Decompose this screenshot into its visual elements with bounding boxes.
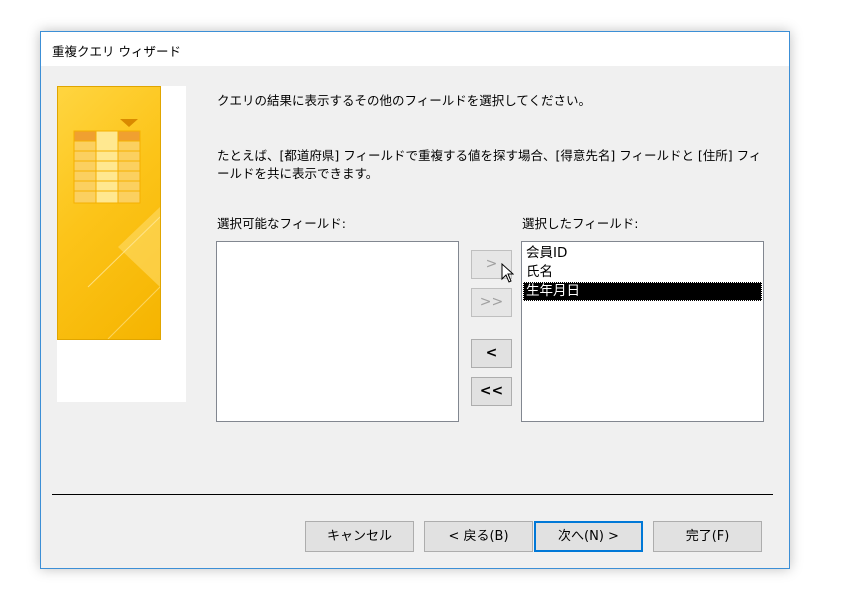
- selected-fields-list[interactable]: 会員ID 氏名 生年月日: [521, 241, 764, 422]
- footer-divider: [52, 494, 773, 495]
- remove-field-button[interactable]: <: [471, 339, 512, 368]
- cancel-button[interactable]: キャンセル: [305, 521, 414, 552]
- list-item[interactable]: 会員ID: [523, 244, 762, 263]
- title-bar[interactable]: 重複クエリ ウィザード: [41, 32, 789, 66]
- list-item[interactable]: 氏名: [523, 263, 762, 282]
- table-illustration-icon: [73, 119, 160, 339]
- selected-fields-label: 選択したフィールド:: [522, 216, 639, 231]
- instruction-text: クエリの結果に表示するその他のフィールドを選択してください。: [217, 93, 592, 108]
- wizard-illustration-panel: [57, 86, 186, 402]
- back-button[interactable]: < 戻る(B): [424, 521, 533, 552]
- mouse-cursor-icon: [501, 263, 514, 283]
- instruction-example-text: たとえば、[都道府県] フィールドで重複する値を探す場合、[得意先名] フィール…: [217, 148, 762, 181]
- remove-all-fields-button[interactable]: <<: [471, 377, 512, 406]
- next-button[interactable]: 次へ(N) >: [534, 521, 643, 552]
- wizard-dialog: 重複クエリ ウィザード クエリの結果に表示するその他のフィールドを選択してくださ…: [40, 31, 790, 569]
- wizard-illustration: [57, 86, 161, 340]
- add-all-fields-button[interactable]: >>: [471, 288, 512, 317]
- available-fields-list[interactable]: [216, 241, 459, 422]
- finish-button[interactable]: 完了(F): [653, 521, 762, 552]
- available-fields-label: 選択可能なフィールド:: [217, 216, 346, 231]
- list-item[interactable]: 生年月日: [523, 282, 762, 301]
- window-title: 重複クエリ ウィザード: [52, 44, 181, 59]
